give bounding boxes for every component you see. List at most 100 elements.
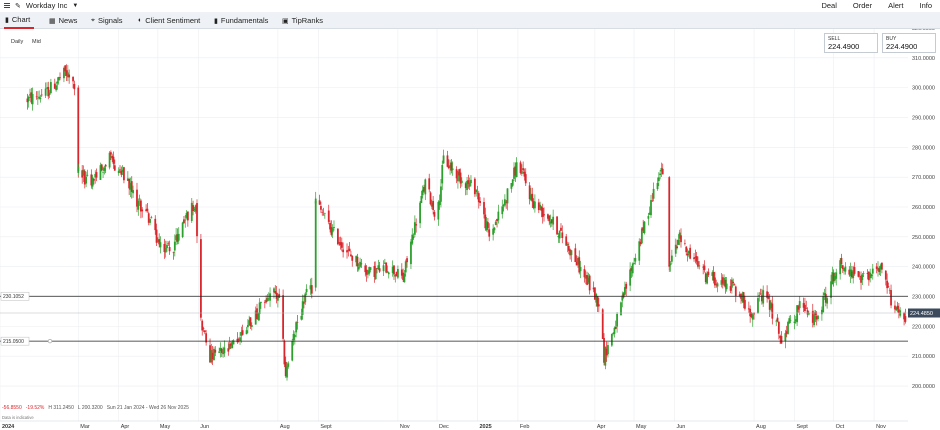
candle	[420, 195, 423, 203]
tab-client-sentiment[interactable]: ◐ Client Sentiment	[138, 12, 200, 29]
candle	[506, 188, 509, 204]
candle	[780, 336, 783, 344]
candle	[201, 320, 204, 331]
candle	[109, 152, 112, 155]
candle	[732, 281, 735, 284]
candle	[677, 239, 680, 245]
candle	[651, 200, 654, 202]
interval-selector[interactable]: Daily	[11, 39, 23, 45]
alert-button[interactable]: Alert	[888, 1, 903, 10]
tab-tipranks[interactable]: ▣ TipRanks	[282, 12, 323, 29]
y-tick-label: 250.0000	[912, 235, 935, 241]
candle	[835, 272, 838, 279]
candle	[531, 193, 534, 202]
candle	[552, 216, 555, 225]
edit-icon[interactable]: ✎	[15, 2, 21, 10]
candle	[541, 207, 544, 217]
tab-signals[interactable]: ⌖ Signals	[91, 12, 123, 29]
candle	[566, 243, 569, 246]
candle	[387, 272, 390, 275]
candle	[560, 227, 562, 231]
tab-bar: ▮ Chart ▦ News ⌖ Signals ◐ Client Sentim…	[0, 12, 940, 29]
candle	[853, 267, 856, 274]
tab-news[interactable]: ▦ News	[49, 12, 77, 29]
candle	[451, 168, 454, 170]
change-value: -56.8550	[2, 405, 22, 411]
candle	[428, 178, 431, 190]
candle	[77, 167, 80, 173]
candle	[574, 248, 577, 262]
tab-chart[interactable]: ▮ Chart	[4, 12, 35, 29]
candle	[870, 274, 873, 276]
candle	[614, 326, 617, 329]
candle	[266, 298, 269, 302]
candle	[95, 172, 98, 178]
price-chart[interactable]: 200.0000 210.0000 220.0000 230.0000 240.0000…	[0, 29, 940, 430]
y-tick-label: 260.0000	[912, 205, 935, 211]
candle	[245, 330, 248, 335]
tab-fundamentals[interactable]: ▮ Fundamentals	[214, 12, 268, 29]
y-tick-label: 300.0000	[912, 86, 935, 92]
hamburger-icon[interactable]	[4, 3, 10, 8]
candle	[633, 262, 635, 264]
info-button[interactable]: Info	[919, 1, 932, 10]
candle	[103, 167, 106, 171]
candle	[393, 265, 395, 275]
candle	[643, 221, 646, 234]
candle	[588, 275, 591, 291]
candle	[668, 177, 671, 267]
candle	[27, 96, 30, 101]
candle	[896, 305, 899, 310]
instrument-name[interactable]: Workday Inc	[26, 1, 68, 10]
candle	[397, 268, 399, 278]
candle	[40, 94, 43, 96]
price-type-selector[interactable]: Mid	[32, 39, 41, 45]
bar-chart-icon: ▮	[214, 17, 218, 25]
candle	[291, 341, 294, 361]
candle	[844, 266, 847, 272]
deal-button[interactable]: Deal	[821, 1, 836, 10]
buy-price-box[interactable]: BUY 224.4900	[882, 33, 936, 53]
candle	[543, 214, 545, 216]
change-percent: -19.52%	[25, 405, 45, 411]
tab-label: Chart	[11, 15, 31, 24]
candle	[438, 201, 441, 206]
candle	[881, 262, 883, 270]
candle	[680, 235, 682, 243]
candle	[104, 164, 107, 167]
candle	[327, 210, 330, 222]
candle	[433, 212, 436, 217]
candle	[283, 340, 286, 365]
x-tick-label: Apr	[121, 424, 130, 430]
chart-area[interactable]: 200.0000 210.0000 220.0000 230.0000 240.0000…	[0, 29, 940, 430]
candle	[497, 211, 500, 221]
candle	[631, 263, 634, 274]
candle	[429, 192, 432, 205]
candle	[762, 290, 765, 304]
x-tick-label: Jun	[676, 424, 685, 430]
candle	[558, 230, 561, 239]
candle	[137, 200, 140, 210]
y-tick-label: 240.0000	[912, 265, 935, 271]
candle	[822, 296, 825, 313]
candle	[102, 172, 104, 173]
chevron-down-icon[interactable]: ▼	[72, 3, 78, 9]
x-tick-label: Jun	[200, 424, 209, 430]
candle	[460, 180, 463, 183]
candle	[351, 255, 354, 261]
candle	[751, 314, 754, 320]
candle	[767, 296, 770, 299]
candle	[304, 293, 307, 303]
x-tick-label: Apr	[597, 424, 606, 430]
order-button[interactable]: Order	[853, 1, 872, 10]
candle	[432, 200, 435, 210]
candle	[494, 221, 497, 226]
candle	[488, 229, 491, 237]
candle	[403, 273, 406, 283]
x-tick-label: Sept	[797, 424, 809, 430]
candle	[777, 321, 780, 334]
candle	[282, 295, 284, 339]
candle	[659, 173, 662, 176]
low-value: L 200.3200	[77, 405, 103, 411]
sell-price-box[interactable]: SELL 224.4900	[824, 33, 878, 53]
